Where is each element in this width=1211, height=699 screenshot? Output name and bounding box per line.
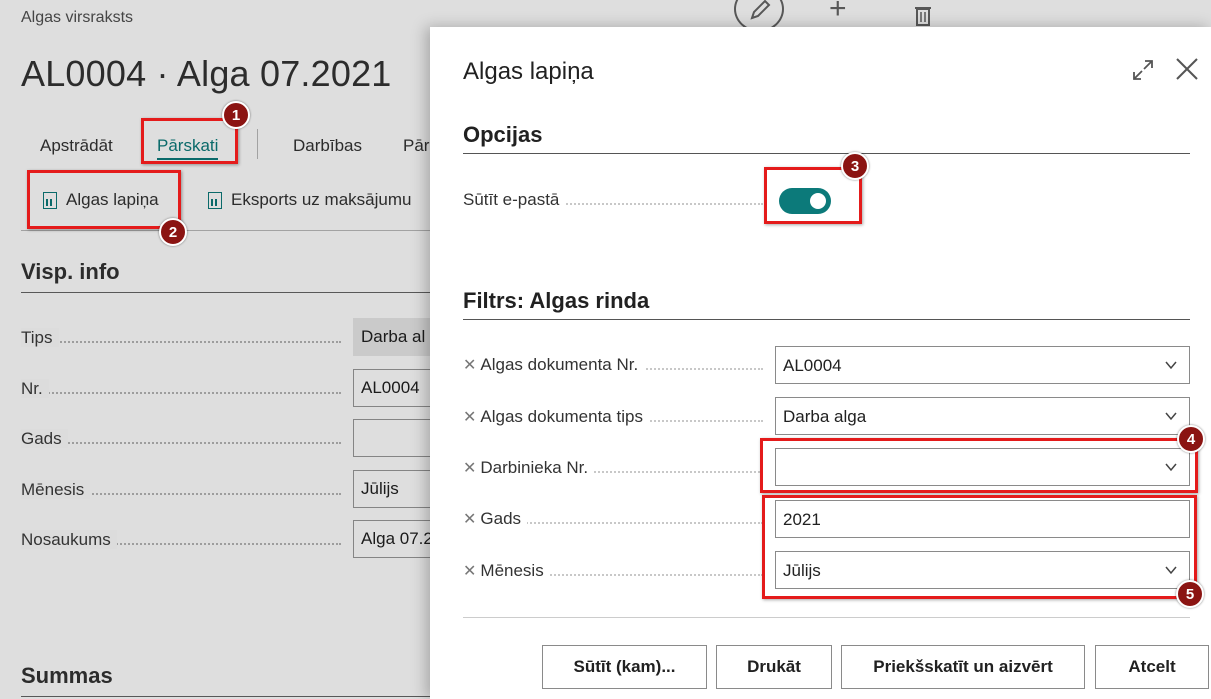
callout-highlight-payslip-action: [27, 170, 181, 229]
callout-badge-3: 3: [841, 152, 869, 180]
remove-filter-icon[interactable]: ✕: [463, 409, 476, 426]
options-section-rule: [463, 153, 1190, 154]
callout-badge-1: 1: [222, 101, 250, 129]
callout-highlight-employee-filter: [760, 438, 1198, 493]
filter-label-month: ✕ Mēnesis: [463, 561, 763, 581]
preview-close-button[interactable]: Priekšskatīt un aizvērt: [841, 645, 1085, 689]
filter-section-rule: [463, 319, 1190, 320]
print-button[interactable]: Drukāt: [716, 645, 832, 689]
expand-icon[interactable]: [1131, 58, 1155, 82]
chevron-down-icon: [1165, 412, 1177, 421]
callout-highlight-reports-tab: [141, 118, 238, 164]
send-to-button[interactable]: Sūtīt (kam)...: [542, 645, 707, 689]
filter-doc-type-select[interactable]: Darba alga: [775, 397, 1190, 435]
remove-filter-icon[interactable]: ✕: [463, 357, 476, 374]
callout-badge-4: 4: [1177, 425, 1205, 453]
chevron-down-icon: [1165, 361, 1177, 370]
options-section-title[interactable]: Opcijas: [463, 122, 542, 148]
filter-label-doc-number: ✕ Algas dokumenta Nr.: [463, 355, 763, 375]
close-icon[interactable]: [1174, 56, 1200, 82]
footer-rule: [463, 617, 1190, 618]
remove-filter-icon[interactable]: ✕: [463, 511, 476, 528]
dialog-title: Algas lapiņa: [463, 58, 594, 85]
filter-value: AL0004: [783, 356, 842, 375]
send-email-label: Sūtīt e-pastā: [463, 190, 763, 210]
filter-label-doc-type: ✕ Algas dokumenta tips: [463, 407, 763, 427]
remove-filter-icon[interactable]: ✕: [463, 563, 476, 580]
filter-value: Darba alga: [783, 407, 867, 426]
remove-filter-icon[interactable]: ✕: [463, 460, 476, 477]
callout-badge-5: 5: [1176, 580, 1204, 608]
callout-badge-2: 2: [159, 218, 187, 246]
filter-section-title[interactable]: Filtrs: Algas rinda: [463, 288, 649, 314]
filter-doc-number-select[interactable]: AL0004: [775, 346, 1190, 384]
cancel-button[interactable]: Atcelt: [1095, 645, 1209, 689]
callout-highlight-year-month-filter: [762, 495, 1197, 599]
filter-label-year: ✕ Gads: [463, 509, 763, 529]
filter-label-employee-number: ✕ Darbinieka Nr.: [463, 458, 763, 478]
